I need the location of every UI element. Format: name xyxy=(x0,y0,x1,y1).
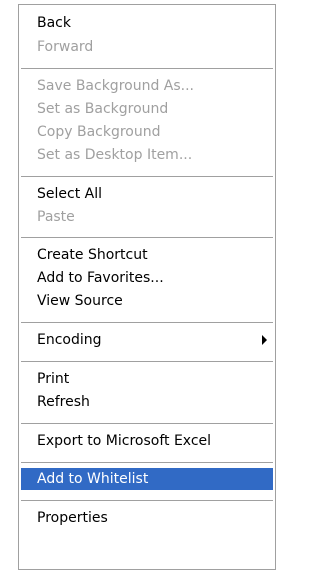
menu-item-set-as-desktop-item: Set as Desktop Item... xyxy=(37,147,193,163)
menu-item-back[interactable]: Back xyxy=(21,12,273,34)
menu-item-export-to-microsoft-excel[interactable]: Export to Microsoft Excel xyxy=(21,430,273,452)
menu-separator xyxy=(21,176,273,177)
menu-item-refresh[interactable]: Refresh xyxy=(21,391,273,413)
menu-separator xyxy=(21,322,273,323)
menu-item-view-source[interactable]: View Source xyxy=(21,290,273,312)
menu-item-print[interactable]: Print xyxy=(21,368,273,390)
menu-item-create-shortcut[interactable]: Create Shortcut xyxy=(21,244,273,266)
menu-item-paste: Paste xyxy=(37,209,75,225)
menu-separator xyxy=(21,237,273,238)
menu-separator xyxy=(21,500,273,501)
menu-item-select-all[interactable]: Select All xyxy=(21,183,273,205)
menu-item-encoding-label: Encoding xyxy=(37,332,102,348)
menu-item-copy-background: Copy Background xyxy=(37,124,161,140)
menu-item-add-to-favorites[interactable]: Add to Favorites... xyxy=(21,267,273,289)
context-menu: Back Forward Save Background As... Set a… xyxy=(18,4,276,570)
menu-separator xyxy=(21,361,273,362)
menu-item-encoding[interactable]: Encoding xyxy=(21,329,273,351)
menu-item-save-background-as: Save Background As... xyxy=(37,78,195,94)
menu-item-properties[interactable]: Properties xyxy=(21,507,273,529)
menu-separator xyxy=(21,423,273,424)
menu-item-forward: Forward xyxy=(37,39,94,55)
menu-separator xyxy=(21,462,273,463)
menu-separator xyxy=(21,68,273,69)
menu-item-add-to-whitelist[interactable]: Add to Whitelist xyxy=(21,468,273,490)
submenu-arrow-icon xyxy=(262,335,267,345)
menu-item-set-as-background: Set as Background xyxy=(37,101,169,117)
